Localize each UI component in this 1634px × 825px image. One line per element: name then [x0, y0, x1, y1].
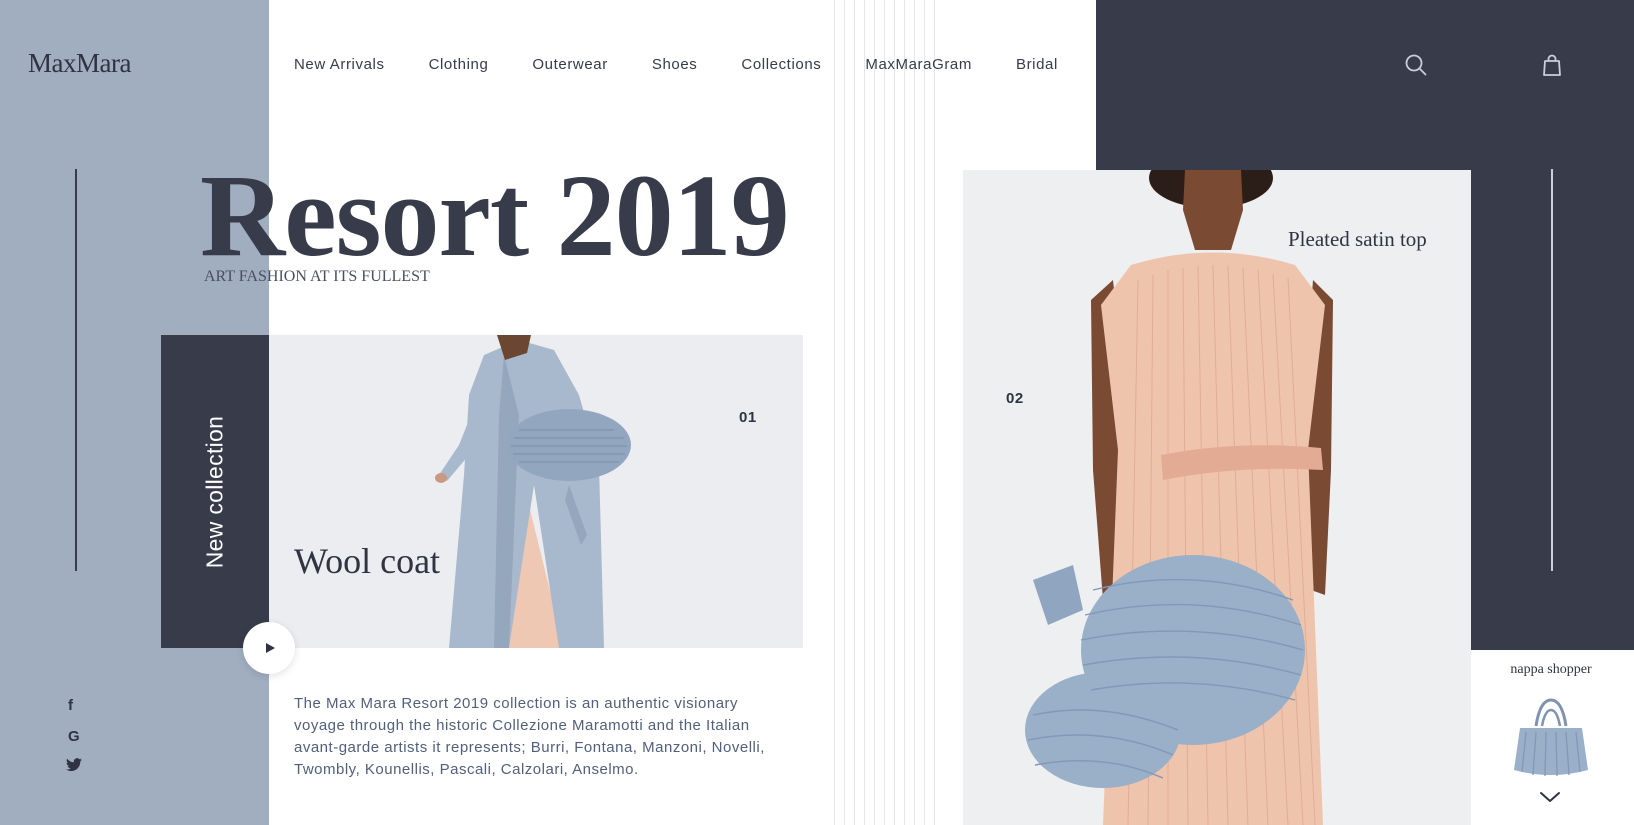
- pleated-satin-image: [963, 170, 1471, 825]
- play-button[interactable]: [243, 622, 295, 674]
- nav-item-clothing[interactable]: Clothing: [429, 56, 489, 73]
- new-collection-label: New collection: [201, 415, 228, 568]
- nav-item-collections[interactable]: Collections: [741, 56, 821, 73]
- hero-title: Resort 2019: [200, 150, 790, 281]
- hero-subtitle: ART FASHION AT ITS FULLEST: [204, 268, 430, 285]
- shopping-bag-icon[interactable]: [1541, 53, 1563, 77]
- card-title-wool-coat[interactable]: Wool coat: [294, 540, 440, 582]
- right-vertical-line: [1551, 169, 1553, 571]
- brand-logo[interactable]: MaxMara: [28, 48, 131, 79]
- chevron-down-icon[interactable]: [1538, 790, 1562, 804]
- nappa-shopper-label[interactable]: nappa shopper: [1471, 662, 1631, 678]
- pleated-satin-card[interactable]: [963, 170, 1471, 825]
- nav-item-outerwear[interactable]: Outerwear: [532, 56, 607, 73]
- play-icon: [266, 643, 275, 653]
- card-number-02: 02: [1006, 390, 1024, 407]
- decorative-stripes: [825, 0, 935, 825]
- nav-item-shoes[interactable]: Shoes: [652, 56, 698, 73]
- main-nav: New Arrivals Clothing Outerwear Shoes Co…: [294, 56, 1102, 73]
- nav-item-maxmaragram[interactable]: MaxMaraGram: [865, 56, 972, 73]
- wool-coat-card[interactable]: [269, 335, 803, 648]
- nav-item-bridal[interactable]: Bridal: [1016, 56, 1058, 73]
- collection-description: The Max Mara Resort 2019 collection is a…: [294, 695, 765, 778]
- search-icon[interactable]: [1404, 53, 1428, 77]
- nappa-shopper-image[interactable]: [1510, 696, 1592, 780]
- card-title-pleated-satin-top[interactable]: Pleated satin top: [1288, 227, 1427, 252]
- card-number-01: 01: [739, 409, 757, 426]
- twitter-icon[interactable]: [66, 758, 82, 772]
- nav-item-new-arrivals[interactable]: New Arrivals: [294, 56, 385, 73]
- google-icon[interactable]: G: [68, 728, 80, 745]
- facebook-icon[interactable]: f: [68, 697, 73, 714]
- new-collection-tab[interactable]: New collection: [161, 335, 269, 648]
- wool-coat-image: [269, 335, 803, 648]
- left-vertical-line: [75, 169, 77, 571]
